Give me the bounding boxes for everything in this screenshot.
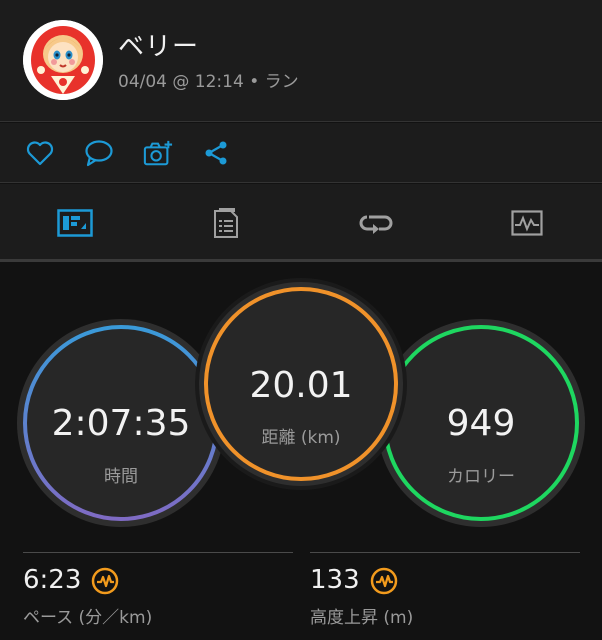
pace-label: ペース (分／km) bbox=[23, 608, 153, 628]
tabs-divider bbox=[0, 259, 602, 262]
laps-icon bbox=[359, 215, 393, 234]
pace-value: 6:23 bbox=[23, 565, 82, 595]
avatar[interactable] bbox=[23, 20, 103, 100]
chart-icon bbox=[511, 210, 543, 236]
insight-icon bbox=[91, 567, 119, 595]
elevation-value: 133 bbox=[310, 565, 360, 595]
tab-details[interactable] bbox=[151, 184, 302, 262]
insight-icon bbox=[370, 567, 398, 595]
share-icon bbox=[205, 141, 227, 165]
tab-laps[interactable] bbox=[301, 184, 452, 262]
distance-value: 20.01 bbox=[249, 365, 353, 406]
distance-label: 距離 (km) bbox=[261, 428, 341, 448]
like-button[interactable] bbox=[25, 138, 55, 168]
pace-divider bbox=[23, 552, 293, 553]
add-photo-button[interactable] bbox=[143, 138, 173, 168]
tab-overview[interactable] bbox=[0, 184, 151, 262]
activity-tabs bbox=[0, 184, 602, 262]
elevation-insight-button[interactable] bbox=[370, 567, 398, 595]
details-list-icon bbox=[213, 208, 238, 238]
comment-button[interactable] bbox=[84, 138, 114, 168]
action-bar bbox=[0, 123, 602, 183]
pace-insight-button[interactable] bbox=[91, 567, 119, 595]
activity-header: ベリー 04/04 @ 12:14 • ラン bbox=[0, 0, 602, 122]
heart-icon bbox=[26, 141, 54, 166]
distance-gauge: 20.01 距離 (km) bbox=[194, 277, 408, 491]
matryoshka-avatar-image bbox=[23, 20, 103, 100]
add-photo-icon bbox=[143, 140, 173, 166]
elevation-divider bbox=[310, 552, 580, 553]
user-name[interactable]: ベリー bbox=[118, 26, 199, 63]
stats-overview-icon bbox=[57, 209, 93, 237]
share-button[interactable] bbox=[201, 138, 231, 168]
tab-charts[interactable] bbox=[452, 184, 602, 262]
activity-date-type: 04/04 @ 12:14 • ラン bbox=[118, 72, 299, 92]
elevation-label: 高度上昇 (m) bbox=[310, 608, 414, 628]
comment-icon bbox=[85, 140, 113, 167]
